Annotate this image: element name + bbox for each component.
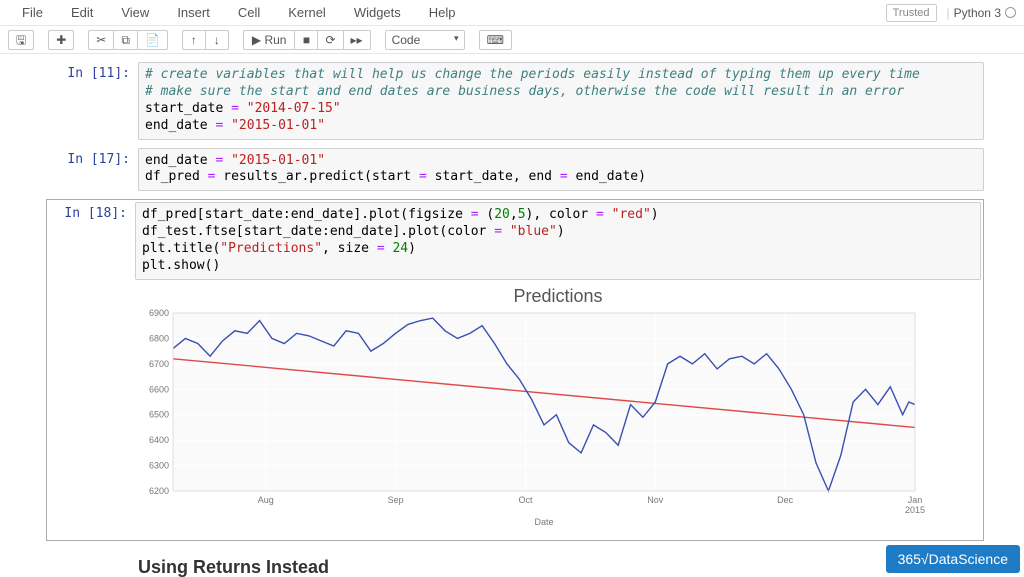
trusted-indicator[interactable]: Trusted [886, 4, 937, 22]
command-palette-button[interactable]: ⌨ [479, 30, 512, 50]
menu-cell[interactable]: Cell [224, 1, 274, 24]
svg-text:Sep: Sep [388, 495, 404, 505]
svg-text:6500: 6500 [149, 410, 169, 420]
plus-icon: ✚ [56, 34, 66, 46]
move-down-button[interactable]: ↓ [205, 30, 229, 50]
svg-text:2015: 2015 [905, 505, 925, 515]
copy-icon: ⧉ [121, 34, 130, 46]
svg-text:Date: Date [534, 517, 553, 527]
markdown-cell-returns[interactable]: Using Returns Instead [50, 549, 984, 577]
notebook-area[interactable]: In [11]: # create variables that will he… [0, 54, 1024, 577]
cut-button[interactable]: ✂ [88, 30, 114, 50]
stop-icon: ■ [303, 34, 310, 46]
cell-type-select[interactable]: Code [385, 30, 465, 50]
svg-text:6200: 6200 [149, 486, 169, 496]
code-input-17[interactable]: end_date = "2015-01-01" df_pred = result… [138, 148, 984, 192]
prompt-11: In [11]: [50, 62, 138, 140]
code-input-18[interactable]: df_pred[start_date:end_date].plot(figsiz… [135, 202, 981, 280]
menubar-left: File Edit View Insert Cell Kernel Widget… [8, 1, 470, 24]
menu-edit[interactable]: Edit [57, 1, 107, 24]
svg-text:Oct: Oct [518, 495, 533, 505]
prompt-17: In [17]: [50, 148, 138, 192]
paste-icon: 📄 [145, 34, 160, 46]
menu-insert[interactable]: Insert [163, 1, 224, 24]
chart-title: Predictions [135, 286, 981, 307]
prompt-18: In [18]: [47, 202, 135, 534]
svg-text:6300: 6300 [149, 460, 169, 470]
menubar: File Edit View Insert Cell Kernel Widget… [0, 0, 1024, 26]
menubar-right: Trusted | Python 3 [886, 4, 1016, 22]
svg-text:6700: 6700 [149, 359, 169, 369]
copy-button[interactable]: ⧉ [113, 30, 138, 50]
save-icon: 🖫 [16, 34, 26, 46]
code-input-11[interactable]: # create variables that will help us cha… [138, 62, 984, 140]
stop-button[interactable]: ■ [294, 30, 318, 50]
save-button[interactable]: 🖫 [8, 30, 34, 50]
svg-text:Jan: Jan [908, 495, 923, 505]
run-button[interactable]: ▶ Run [243, 30, 296, 50]
svg-text:6900: 6900 [149, 308, 169, 318]
kernel-info[interactable]: | Python 3 [947, 6, 1017, 20]
heading-returns: Using Returns Instead [138, 549, 984, 577]
paste-button[interactable]: 📄 [137, 30, 168, 50]
menu-kernel[interactable]: Kernel [274, 1, 340, 24]
menu-help[interactable]: Help [415, 1, 470, 24]
svg-text:Aug: Aug [258, 495, 274, 505]
menu-widgets[interactable]: Widgets [340, 1, 415, 24]
svg-text:6800: 6800 [149, 333, 169, 343]
code-cell-11[interactable]: In [11]: # create variables that will he… [50, 62, 984, 140]
svg-text:Nov: Nov [647, 495, 664, 505]
move-up-button[interactable]: ↑ [182, 30, 206, 50]
code-cell-18[interactable]: In [18]: df_pred[start_date:end_date].pl… [46, 199, 984, 541]
scissors-icon: ✂ [96, 34, 106, 46]
add-cell-button[interactable]: ✚ [48, 30, 74, 50]
svg-text:6600: 6600 [149, 384, 169, 394]
restart-run-all-button[interactable]: ▸▸ [343, 30, 371, 50]
menu-file[interactable]: File [8, 1, 57, 24]
keyboard-icon: ⌨ [487, 34, 504, 46]
kernel-status-icon [1005, 7, 1016, 18]
arrow-down-icon: ↓ [214, 34, 220, 46]
svg-text:Dec: Dec [777, 495, 794, 505]
toolbar: 🖫 ✚ ✂ ⧉ 📄 ↑ ↓ ▶ Run ■ ⟳ ▸▸ Code ⌨ [0, 26, 1024, 54]
chart-svg: 6200 6300 6400 6500 6600 6700 6800 6900 Aug Sep Oc… [135, 307, 925, 527]
fast-forward-icon: ▸▸ [351, 34, 363, 46]
restart-icon: ⟳ [325, 34, 335, 46]
arrow-up-icon: ↑ [191, 34, 197, 46]
brand-badge: 365√DataScience [886, 545, 1020, 573]
svg-text:6400: 6400 [149, 435, 169, 445]
menu-view[interactable]: View [107, 1, 163, 24]
restart-button[interactable]: ⟳ [317, 30, 343, 50]
output-chart: Predictions 6200 6300 6400 6500 6600 6700 6800… [135, 282, 981, 534]
kernel-name: Python 3 [954, 6, 1001, 20]
code-cell-17[interactable]: In [17]: end_date = "2015-01-01" df_pred… [50, 148, 984, 192]
